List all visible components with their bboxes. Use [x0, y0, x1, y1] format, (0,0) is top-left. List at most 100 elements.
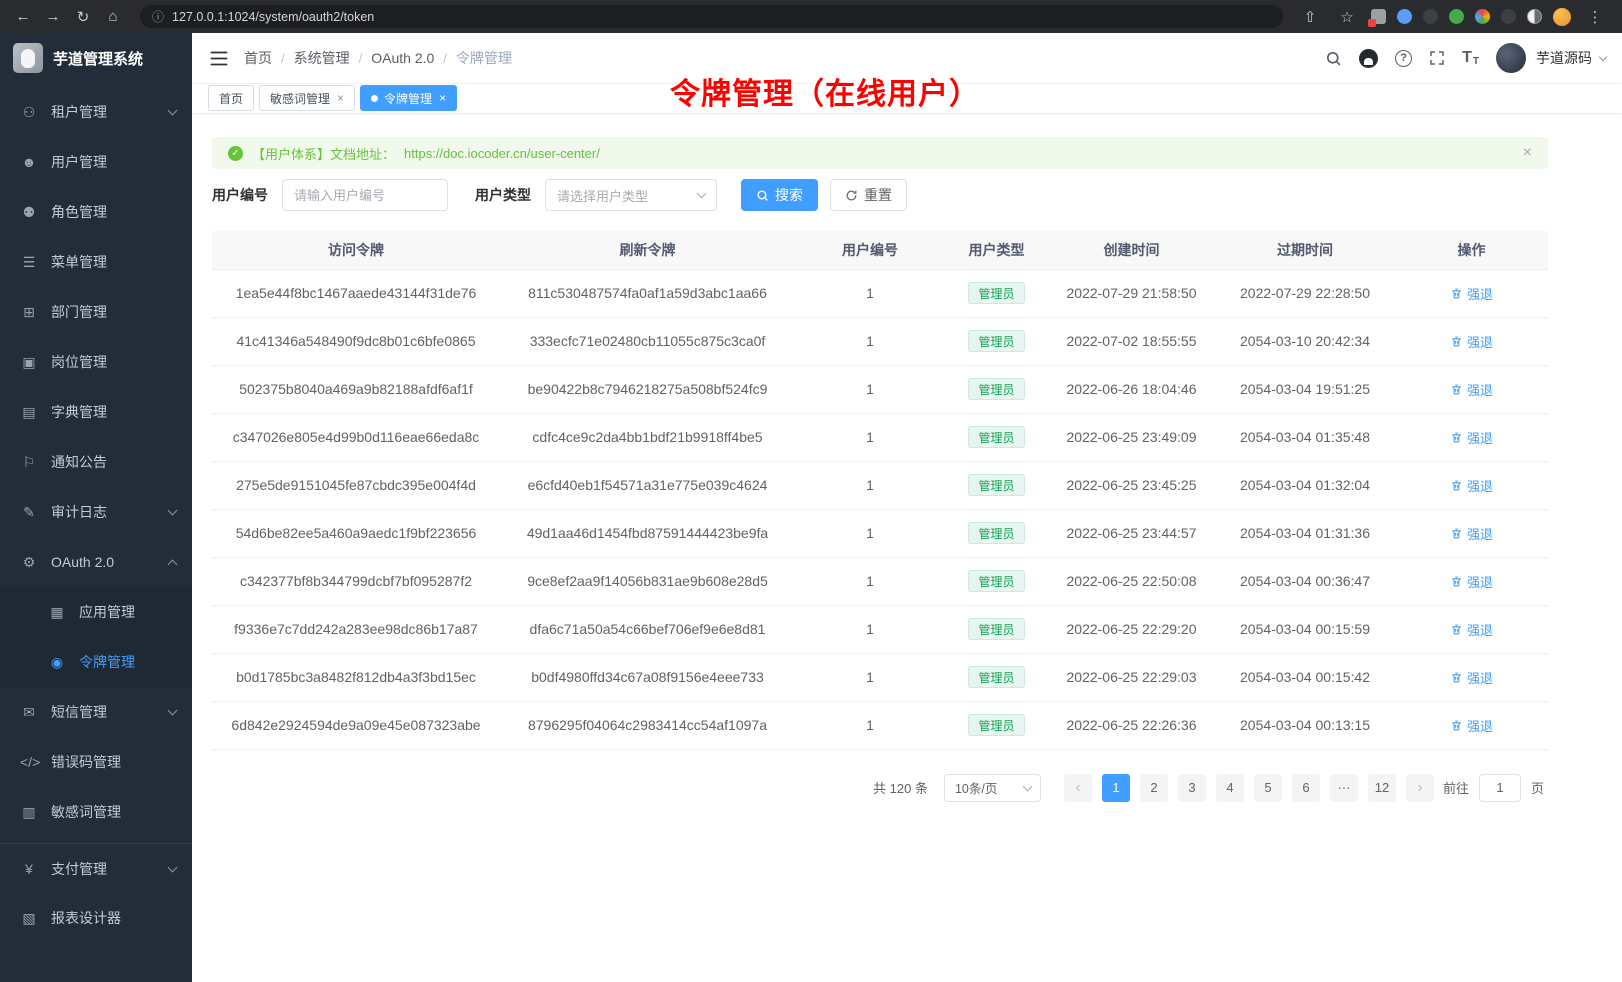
sidebar-item-post[interactable]: ▣ 岗位管理 — [0, 337, 192, 387]
share-icon[interactable]: ⇧ — [1297, 4, 1323, 30]
chevron-down-icon — [1023, 781, 1033, 791]
breadcrumb-system[interactable]: 系统管理 — [294, 48, 350, 68]
user-id-cell: 1 — [795, 653, 945, 701]
force-logout-button[interactable]: 强退 — [1450, 572, 1493, 591]
sidebar-item-role[interactable]: ⚉ 角色管理 — [0, 187, 192, 237]
username[interactable]: 芋道源码 — [1536, 48, 1592, 68]
expire-time-cell: 2054-03-04 00:13:15 — [1215, 701, 1395, 749]
sidebar-item-pay[interactable]: ¥ 支付管理 — [0, 843, 192, 893]
sidebar-item-dict[interactable]: ▤ 字典管理 — [0, 387, 192, 437]
menu-icon: ☰ — [20, 254, 38, 271]
user-id-input[interactable] — [282, 179, 448, 211]
force-logout-button[interactable]: 强退 — [1450, 716, 1493, 735]
access-token-cell: 1ea5e44f8bc1467aaede43144f31de76 — [212, 269, 500, 317]
chevron-down-icon — [168, 106, 178, 116]
alert-close-icon[interactable]: × — [1523, 144, 1532, 162]
extension-icon-7[interactable] — [1527, 9, 1542, 24]
extension-icon-1[interactable] — [1371, 9, 1386, 24]
breadcrumb-oauth[interactable]: OAuth 2.0 — [371, 50, 434, 66]
extension-icon-3[interactable] — [1423, 9, 1438, 24]
reload-icon[interactable]: ↻ — [70, 4, 96, 30]
sidebar-item-dept[interactable]: ⊞ 部门管理 — [0, 287, 192, 337]
tab-sensitive-word[interactable]: 敏感词管理 × — [259, 85, 355, 111]
total-count: 共 120 条 — [873, 778, 928, 797]
sidebar-item-app-manage[interactable]: ▦ 应用管理 — [0, 587, 192, 637]
tab-token-manage[interactable]: 令牌管理 × — [360, 85, 457, 111]
page-size-select[interactable]: 10条/页 — [944, 774, 1041, 802]
fullscreen-icon[interactable] — [1429, 50, 1445, 66]
page-button-12[interactable]: 12 — [1368, 774, 1396, 802]
sidebar-item-notice[interactable]: ⚐ 通知公告 — [0, 437, 192, 487]
extension-icon-6[interactable] — [1501, 9, 1516, 24]
address-bar[interactable]: ⓘ 127.0.0.1:1024/system/oauth2/token — [140, 5, 1283, 28]
extension-icon-5[interactable] — [1475, 9, 1490, 24]
sidebar-item-error-code[interactable]: </> 错误码管理 — [0, 737, 192, 787]
user-type-select[interactable]: 请选择用户类型 — [545, 179, 717, 211]
sidebar-item-tenant[interactable]: ⚇ 租户管理 — [0, 87, 192, 137]
access-token-cell: b0d1785bc3a8482f812db4a3f3bd15ec — [212, 653, 500, 701]
goto-page-input[interactable] — [1479, 774, 1521, 802]
create-time-cell: 2022-07-29 21:58:50 — [1048, 269, 1215, 317]
page-button-2[interactable]: 2 — [1140, 774, 1168, 802]
page-button-5[interactable]: 5 — [1254, 774, 1282, 802]
search-button[interactable]: 搜索 — [741, 179, 818, 211]
app-logo[interactable]: 芋道管理系统 — [0, 33, 192, 83]
create-time-cell: 2022-06-25 23:45:25 — [1048, 461, 1215, 509]
tab-home[interactable]: 首页 — [208, 85, 254, 111]
browser-profile-avatar[interactable] — [1553, 8, 1571, 26]
search-icon[interactable] — [1325, 50, 1342, 67]
reset-button[interactable]: 重置 — [830, 179, 907, 211]
force-logout-button[interactable]: 强退 — [1450, 668, 1493, 687]
site-info-icon[interactable]: ⓘ — [152, 8, 164, 25]
sidebar-item-menu[interactable]: ☰ 菜单管理 — [0, 237, 192, 287]
forward-icon[interactable]: → — [40, 4, 66, 30]
force-logout-button[interactable]: 强退 — [1450, 476, 1493, 495]
sidebar-item-sms[interactable]: ✉ 短信管理 — [0, 687, 192, 737]
force-logout-button[interactable]: 强退 — [1450, 428, 1493, 447]
back-icon[interactable]: ← — [10, 4, 36, 30]
next-page-button[interactable]: › — [1406, 774, 1434, 802]
page-button-3[interactable]: 3 — [1178, 774, 1206, 802]
close-icon[interactable]: × — [439, 91, 446, 105]
extension-icon-2[interactable] — [1397, 9, 1412, 24]
page-button-6[interactable]: 6 — [1292, 774, 1320, 802]
doc-link[interactable]: https://doc.iocoder.cn/user-center/ — [404, 146, 600, 161]
access-token-cell: 275e5de9151045fe87cbdc395e004f4d — [212, 461, 500, 509]
user-type-badge: 管理员 — [968, 714, 1024, 736]
home-icon[interactable]: ⌂ — [100, 4, 126, 30]
font-size-icon[interactable]: TT — [1462, 49, 1479, 67]
force-logout-button[interactable]: 强退 — [1450, 380, 1493, 399]
doc-alert: ✓ 【用户体系】文档地址： https://doc.iocoder.cn/use… — [212, 137, 1548, 169]
create-time-cell: 2022-06-26 18:04:46 — [1048, 365, 1215, 413]
breadcrumb-home[interactable]: 首页 — [244, 48, 272, 68]
sidebar-item-audit-log[interactable]: ✎ 审计日志 — [0, 487, 192, 537]
github-icon[interactable] — [1359, 49, 1378, 68]
sidebar-item-token-manage[interactable]: ◉ 令牌管理 — [0, 637, 192, 687]
sidebar: 芋道管理系统 ⚇ 租户管理 ☻ 用户管理 ⚉ 角色管理 ☰ 菜单管理 ⊞ 部 — [0, 33, 192, 982]
page-button-1[interactable]: 1 — [1102, 774, 1130, 802]
sidebar-item-user[interactable]: ☻ 用户管理 — [0, 137, 192, 187]
force-logout-button[interactable]: 强退 — [1450, 524, 1493, 543]
dict-icon: ▤ — [20, 404, 38, 421]
extension-icon-4[interactable] — [1449, 9, 1464, 24]
user-avatar[interactable] — [1496, 43, 1526, 73]
browser-menu-icon[interactable]: ⋮ — [1582, 4, 1608, 30]
action-cell: 强退 — [1395, 557, 1548, 605]
force-logout-button[interactable]: 强退 — [1450, 620, 1493, 639]
sidebar-item-report-designer[interactable]: ▧ 报表设计器 — [0, 893, 192, 943]
sms-icon: ✉ — [20, 704, 38, 721]
sidebar-item-oauth[interactable]: ⚙ OAuth 2.0 — [0, 537, 192, 587]
bookmark-star-icon[interactable]: ☆ — [1334, 4, 1360, 30]
prev-page-button[interactable]: ‹ — [1064, 774, 1092, 802]
force-logout-button[interactable]: 强退 — [1450, 284, 1493, 303]
more-pages-button[interactable]: ··· — [1330, 774, 1358, 802]
menu-fold-icon[interactable] — [210, 51, 228, 66]
expire-time-cell: 2054-03-04 01:32:04 — [1215, 461, 1395, 509]
close-icon[interactable]: × — [337, 91, 344, 105]
sidebar-item-sensitive-word[interactable]: ▥ 敏感词管理 — [0, 787, 192, 837]
table-row: c342377bf8b344799dcbf7bf095287f2 9ce8ef2… — [212, 557, 1548, 605]
help-icon[interactable]: ? — [1395, 50, 1412, 67]
token-icon: ◉ — [48, 654, 66, 671]
page-button-4[interactable]: 4 — [1216, 774, 1244, 802]
force-logout-button[interactable]: 强退 — [1450, 332, 1493, 351]
